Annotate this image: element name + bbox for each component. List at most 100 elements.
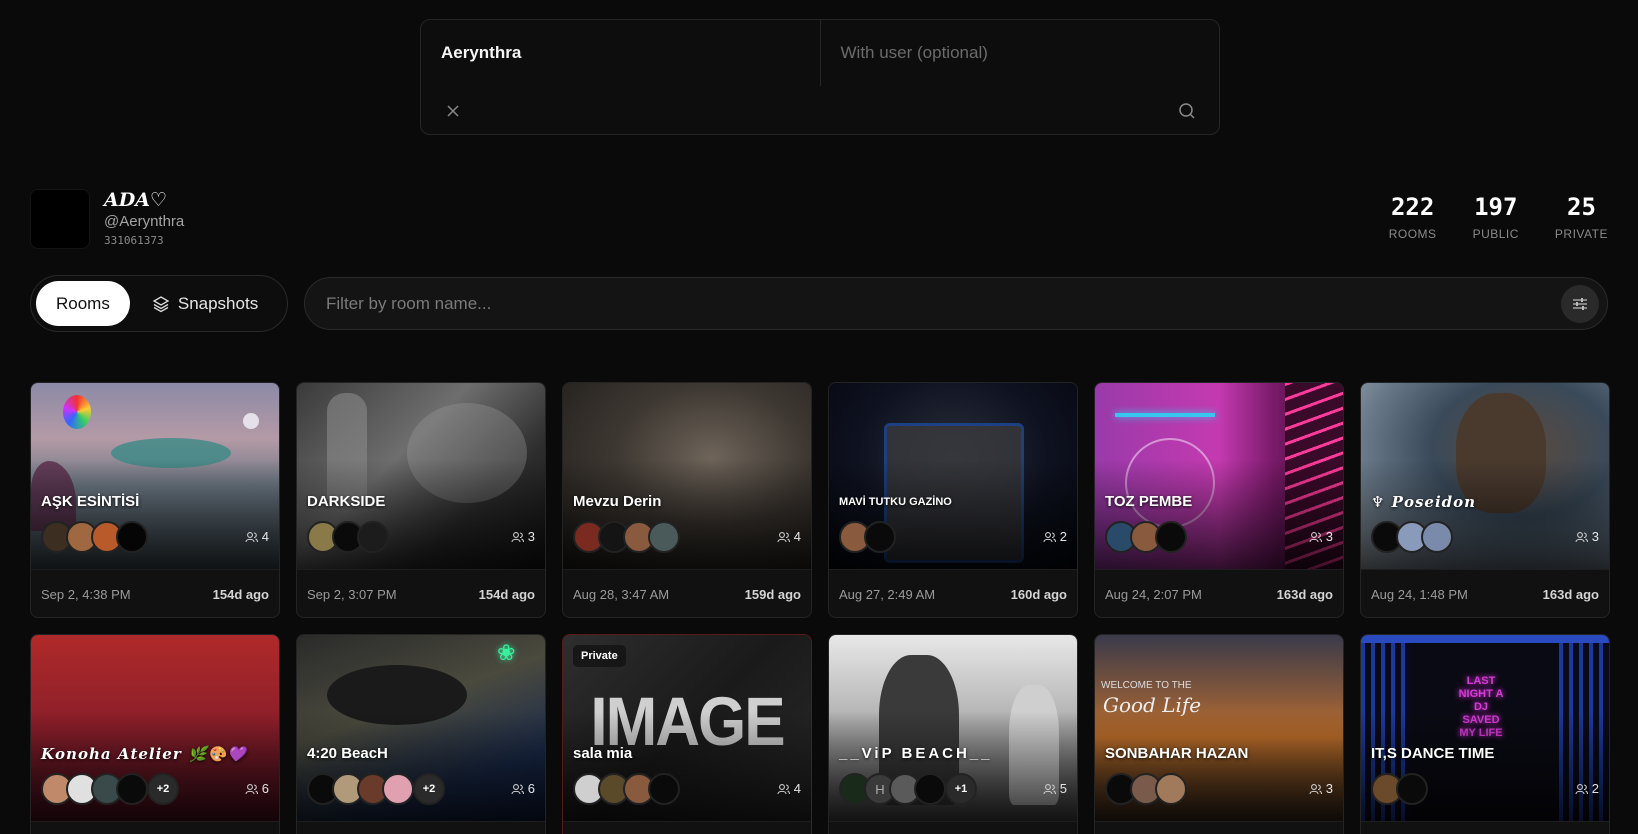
user-avatar	[357, 521, 389, 553]
room-date: Aug 28, 3:47 AM	[573, 587, 670, 602]
layers-icon	[152, 295, 170, 312]
stat-label: PRIVATE	[1554, 227, 1608, 241]
room-card[interactable]: TOZ PEMBE 3 Aug 24, 2:07 PM 163d ago	[1094, 382, 1344, 618]
room-card[interactable]: ❀ 4:20 BeacH +2 6	[296, 634, 546, 834]
profile-header: ADA♡ @Aerynthra 331061373	[30, 189, 184, 249]
room-avatars	[1105, 521, 1187, 553]
room-date: Aug 24, 2:07 PM	[1105, 587, 1202, 602]
room-meta: Aug 28, 3:47 AM 159d ago	[563, 569, 811, 617]
room-card[interactable]: MAVİ TUTKU GAZİNO 2 Aug 27, 2:49 AM 160d…	[828, 382, 1078, 618]
room-user-count: 2	[1043, 529, 1067, 544]
room-avatars: +2	[307, 773, 445, 805]
room-user-count: 3	[1309, 529, 1333, 544]
stat-label: PUBLIC	[1472, 227, 1519, 241]
tab-rooms[interactable]: Rooms	[36, 281, 130, 326]
room-user-count-value: 4	[793, 529, 801, 544]
room-user-count-value: 2	[1591, 781, 1599, 796]
profile-display-name: ADA♡	[104, 189, 167, 211]
stat-rooms: 222 ROOMS	[1389, 193, 1437, 241]
users-icon	[777, 531, 790, 542]
room-card[interactable]: AŞK ESİNTİSİ 4 Sep 2, 4:38 PM 154d ago	[30, 382, 280, 618]
room-meta: Aug 24, 1:48 PM 163d ago	[1361, 569, 1609, 617]
room-avatars: +2	[41, 773, 179, 805]
private-badge: Private	[573, 645, 626, 667]
stat-private: 25 PRIVATE	[1555, 193, 1608, 241]
with-user-input[interactable]: With user (optional)	[821, 20, 1220, 86]
user-avatar	[116, 773, 148, 805]
room-card[interactable]: ♆ 𝑷𝒐𝒔𝒆𝒊𝒅𝒐𝒏 3 Aug 24, 1:48 PM 163d ago	[1360, 382, 1610, 618]
room-card[interactable]: IMAGE Private sala mia 4	[562, 634, 812, 834]
room-user-count: 5	[1043, 781, 1067, 796]
sliders-icon[interactable]	[1561, 284, 1599, 323]
room-avatars: H +1	[839, 773, 977, 805]
stat-value: 25	[1567, 193, 1596, 221]
room-card[interactable]: 𝑲𝒐𝒏𝒐𝒉𝒂 𝑨𝒕𝒆𝒍𝒊𝒆𝒓 🌿🎨💜 +2 6	[30, 634, 280, 834]
users-icon	[245, 783, 258, 794]
stat-value: 197	[1474, 193, 1518, 221]
view-tabs: Rooms Snapshots	[30, 275, 288, 332]
room-thumbnail: 𝑲𝒐𝒏𝒐𝒉𝒂 𝑨𝒕𝒆𝒍𝒊𝒆𝒓 🌿🎨💜 +2 6	[31, 635, 279, 821]
room-title: sala mia	[573, 745, 633, 762]
room-card[interactable]: DARKSIDE 3 Sep 2, 3:07 PM 154d ago	[296, 382, 546, 618]
profile-stats: 222 ROOMS 197 PUBLIC 25 PRIVATE	[1389, 193, 1608, 241]
room-age: 163d ago	[1276, 587, 1333, 602]
room-age: 154d ago	[478, 587, 535, 602]
room-user-count: 2	[1575, 781, 1599, 796]
users-icon	[511, 531, 524, 542]
room-thumbnail: Mevzu Derin 4	[563, 383, 811, 569]
room-title: DARKSIDE	[307, 493, 386, 510]
close-icon[interactable]	[443, 101, 463, 121]
room-title: 4:20 BeacH	[307, 745, 388, 762]
room-filter-input[interactable]	[326, 293, 1561, 314]
rooms-grid: AŞK ESİNTİSİ 4 Sep 2, 4:38 PM 154d ago D…	[30, 382, 1610, 834]
stat-value: 222	[1390, 193, 1435, 221]
room-user-count: 3	[1309, 781, 1333, 796]
room-title: SONBAHAR HAZAN	[1105, 745, 1249, 762]
room-user-count-value: 3	[527, 529, 535, 544]
more-users-badge: +2	[413, 773, 445, 805]
room-user-count-value: 4	[261, 529, 269, 544]
room-user-count-value: 4	[793, 781, 801, 796]
room-avatars	[1371, 773, 1428, 805]
room-meta	[31, 821, 279, 834]
room-card[interactable]: LAST NIGHT A DJ SAVED MY LIFE IT,S DANCE…	[1360, 634, 1610, 834]
room-user-count: 4	[777, 781, 801, 796]
user-avatar	[116, 521, 148, 553]
room-user-count: 6	[245, 781, 269, 796]
tab-snapshots[interactable]: Snapshots	[138, 281, 272, 326]
profile-id: 331061373	[104, 234, 164, 247]
users-icon	[1575, 531, 1588, 542]
room-age: 159d ago	[744, 587, 801, 602]
room-thumbnail: AŞK ESİNTİSİ 4	[31, 383, 279, 569]
room-title: IT,S DANCE TIME	[1371, 745, 1495, 762]
room-card[interactable]: Mevzu Derin 4 Aug 28, 3:47 AM 159d ago	[562, 382, 812, 618]
profile-handle: @Aerynthra	[104, 213, 185, 230]
room-card[interactable]: __ViP BEACH__ H +1 5	[828, 634, 1078, 834]
room-thumbnail: LAST NIGHT A DJ SAVED MY LIFE IT,S DANCE…	[1361, 635, 1609, 821]
avatar	[30, 189, 90, 249]
room-thumbnail: TOZ PEMBE 3	[1095, 383, 1343, 569]
user-avatar	[914, 773, 946, 805]
room-user-count: 4	[777, 529, 801, 544]
room-meta: Sep 2, 3:07 PM 154d ago	[297, 569, 545, 617]
room-meta: Sep 2, 4:38 PM 154d ago	[31, 569, 279, 617]
room-user-count-value: 5	[1059, 781, 1067, 796]
room-card[interactable]: WELCOME TO THE Good Life SONBAHAR HAZAN …	[1094, 634, 1344, 834]
room-date: Aug 27, 2:49 AM	[839, 587, 936, 602]
room-title: ♆ 𝑷𝒐𝒔𝒆𝒊𝒅𝒐𝒏	[1371, 493, 1477, 511]
room-thumbnail: IMAGE Private sala mia 4	[563, 635, 811, 821]
users-icon	[1575, 783, 1588, 794]
room-user-count-value: 6	[527, 781, 535, 796]
users-icon	[1309, 783, 1322, 794]
room-user-count-value: 3	[1591, 529, 1599, 544]
users-icon	[777, 783, 790, 794]
room-user-count: 3	[1575, 529, 1599, 544]
users-icon	[1043, 783, 1056, 794]
room-user-count: 6	[511, 781, 535, 796]
room-user-count-value: 6	[261, 781, 269, 796]
room-thumbnail: __ViP BEACH__ H +1 5	[829, 635, 1077, 821]
user-search-input[interactable]: Aerynthra	[421, 20, 821, 86]
user-avatar	[1421, 521, 1453, 553]
search-icon[interactable]	[1177, 101, 1197, 121]
users-icon	[245, 531, 258, 542]
